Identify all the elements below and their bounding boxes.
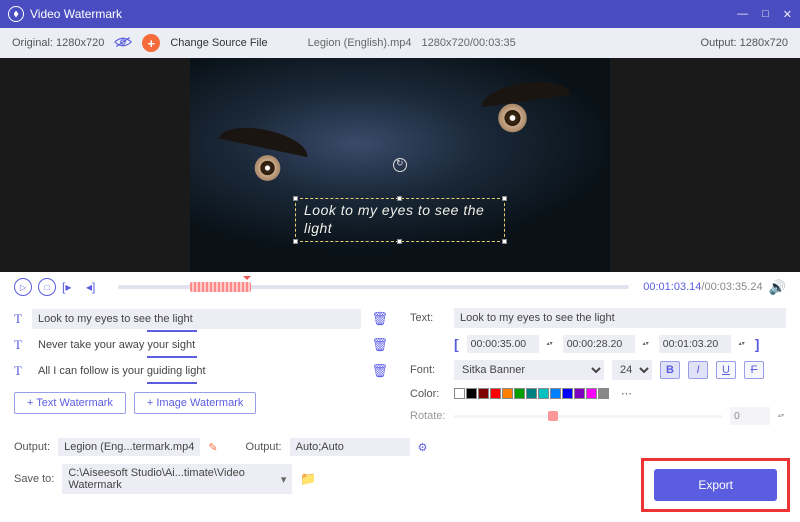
close-button[interactable]: ✕ bbox=[783, 8, 792, 21]
text-type-icon: T bbox=[14, 337, 26, 353]
app-title: Video Watermark bbox=[30, 7, 122, 21]
delete-watermark-button[interactable]: 🗑 bbox=[371, 311, 388, 327]
rotate-handle-icon[interactable] bbox=[393, 158, 407, 172]
stepper-icon[interactable]: ▴▾ bbox=[547, 342, 553, 347]
color-swatch[interactable] bbox=[466, 388, 477, 399]
mark-in-button[interactable]: [▸ bbox=[62, 280, 80, 294]
color-swatch[interactable] bbox=[490, 388, 501, 399]
color-swatch[interactable] bbox=[526, 388, 537, 399]
rotate-label: Rotate: bbox=[410, 410, 446, 422]
play-button[interactable]: ▷ bbox=[14, 278, 32, 296]
more-colors-button[interactable]: ⋯ bbox=[621, 387, 632, 400]
color-swatch[interactable] bbox=[562, 388, 573, 399]
bold-button[interactable]: B bbox=[660, 361, 680, 379]
timecode: 00:01:03.14/00:03:35.24 bbox=[643, 281, 762, 293]
rotate-input[interactable] bbox=[730, 407, 770, 425]
italic-button[interactable]: I bbox=[688, 361, 708, 379]
playback-controls: ▷ □ [▸ ◂] 00:01:03.14/00:03:35.24 🔊 bbox=[0, 272, 800, 302]
output-resolution-field: Auto;Auto bbox=[290, 438, 410, 456]
time-end-input[interactable] bbox=[659, 335, 731, 353]
color-swatch[interactable] bbox=[538, 388, 549, 399]
color-swatch[interactable] bbox=[550, 388, 561, 399]
video-preview[interactable]: Look to my eyes to see the light bbox=[0, 58, 800, 272]
stop-button[interactable]: □ bbox=[38, 278, 56, 296]
preview-toggle-icon[interactable] bbox=[114, 35, 132, 52]
color-swatch[interactable] bbox=[478, 388, 489, 399]
change-source-link[interactable]: Change Source File bbox=[170, 37, 267, 49]
delete-watermark-button[interactable]: 🗑 bbox=[371, 363, 388, 379]
watermark-overlay-text: Look to my eyes to see the light bbox=[304, 202, 484, 236]
export-button[interactable]: Export bbox=[654, 469, 777, 501]
output-settings-icon[interactable]: ⚙ bbox=[418, 441, 428, 454]
text-type-icon: T bbox=[14, 311, 26, 327]
color-swatch[interactable] bbox=[598, 388, 609, 399]
watermark-list: T Look to my eyes to see the light 🗑 T Neve… bbox=[0, 302, 400, 432]
output-filename: Legion (Eng...termark.mp4 bbox=[58, 438, 200, 456]
output-label: Output: bbox=[14, 441, 50, 453]
delete-watermark-button[interactable]: 🗑 bbox=[371, 337, 388, 353]
time-duration-input[interactable] bbox=[563, 335, 635, 353]
source-info: 1280x720/00:03:35 bbox=[422, 37, 516, 49]
info-bar: Original: 1280x720 + Change Source File … bbox=[0, 28, 800, 58]
stepper-icon[interactable]: ▴▾ bbox=[643, 342, 649, 347]
color-swatch[interactable] bbox=[454, 388, 465, 399]
font-size-select[interactable]: 24 bbox=[612, 360, 652, 380]
font-family-select[interactable]: Sitka Banner bbox=[454, 360, 604, 380]
export-highlight: Export bbox=[641, 458, 790, 512]
open-folder-icon[interactable]: 📁 bbox=[300, 471, 316, 487]
color-swatch[interactable] bbox=[586, 388, 597, 399]
color-swatch[interactable] bbox=[514, 388, 525, 399]
timeline-scrubber[interactable] bbox=[118, 285, 629, 289]
color-label: Color: bbox=[410, 388, 446, 400]
color-swatch[interactable] bbox=[502, 388, 513, 399]
strikethrough-button[interactable]: F bbox=[744, 361, 764, 379]
properties-panel: Text: [ ▴▾ ▴▾ ▴▾ ] Font: Sitka Banner 24… bbox=[400, 302, 800, 432]
font-label: Font: bbox=[410, 364, 446, 376]
underline-button[interactable]: U bbox=[716, 361, 736, 379]
stepper-icon[interactable]: ▴▾ bbox=[739, 342, 745, 347]
watermark-item-text[interactable]: All I can follow is your guiding light bbox=[32, 361, 361, 381]
save-to-label: Save to: bbox=[14, 473, 54, 485]
output-label-2: Output: bbox=[246, 441, 282, 453]
text-type-icon: T bbox=[14, 363, 26, 379]
save-path-dropdown[interactable]: C:\Aiseesoft Studio\Ai...timate\Video Wa… bbox=[62, 464, 292, 494]
app-logo-icon bbox=[8, 6, 24, 22]
watermark-item-text[interactable]: Look to my eyes to see the light bbox=[32, 309, 361, 329]
watermark-text-input[interactable] bbox=[454, 308, 786, 328]
add-source-button[interactable]: + bbox=[142, 34, 160, 52]
source-filename: Legion (English).mp4 bbox=[308, 37, 412, 49]
original-resolution: Original: 1280x720 bbox=[12, 37, 104, 49]
add-image-watermark-button[interactable]: + Image Watermark bbox=[134, 392, 256, 414]
timeline-segment[interactable] bbox=[190, 282, 251, 292]
edit-output-icon[interactable]: ✎ bbox=[208, 441, 217, 454]
stepper-icon[interactable]: ▴▾ bbox=[778, 414, 784, 419]
time-start-input[interactable] bbox=[467, 335, 539, 353]
color-swatch[interactable] bbox=[574, 388, 585, 399]
add-text-watermark-button[interactable]: + Text Watermark bbox=[14, 392, 126, 414]
maximize-button[interactable]: □ bbox=[762, 8, 769, 21]
volume-icon[interactable]: 🔊 bbox=[769, 279, 786, 296]
titlebar: Video Watermark — □ ✕ bbox=[0, 0, 800, 28]
minimize-button[interactable]: — bbox=[737, 8, 748, 21]
output-resolution: Output: 1280x720 bbox=[701, 37, 788, 49]
watermark-item-text[interactable]: Never take your away your sight bbox=[32, 335, 361, 355]
watermark-overlay[interactable]: Look to my eyes to see the light bbox=[295, 198, 505, 242]
text-label: Text: bbox=[410, 312, 446, 324]
mark-out-button[interactable]: ◂] bbox=[86, 280, 104, 294]
range-start-icon[interactable]: [ bbox=[454, 336, 459, 352]
color-swatches bbox=[454, 388, 609, 399]
range-end-icon[interactable]: ] bbox=[755, 336, 760, 352]
